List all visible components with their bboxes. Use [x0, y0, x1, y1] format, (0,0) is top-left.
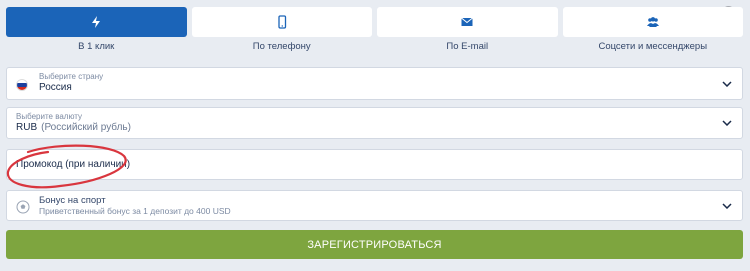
country-hint: Выберите страну — [39, 72, 104, 81]
tab-label-phone: По телефону — [252, 41, 311, 52]
tab-social[interactable] — [562, 7, 743, 37]
chevron-down-icon — [722, 202, 732, 209]
bonus-select[interactable]: Бонус на спорт Приветственный бонус за 1… — [6, 190, 743, 221]
currency-code: RUB — [16, 122, 38, 133]
tab-label-one-click: В 1 клик — [78, 41, 115, 52]
russia-flag-icon — [16, 79, 28, 91]
tab-labels: В 1 клик По телефону По E-mail Соцсети и… — [6, 40, 743, 54]
country-value: Россия — [39, 82, 72, 93]
bonus-subtitle: Приветственный бонус за 1 депозит до 400… — [39, 206, 231, 216]
users-icon — [646, 17, 659, 27]
tab-email[interactable] — [377, 7, 558, 37]
tab-label-social: Соцсети и мессенджеры — [598, 41, 708, 52]
currency-value: RUB (Российский рубль) — [16, 122, 131, 133]
envelope-icon — [461, 17, 474, 26]
phone-icon — [278, 15, 286, 29]
currency-select[interactable]: Выберите валюту RUB (Российский рубль) — [6, 107, 743, 139]
promo-code-placeholder: Промокод (при наличии) — [16, 159, 131, 170]
bonus-title: Бонус на спорт — [39, 195, 106, 206]
tab-one-click[interactable] — [6, 7, 187, 37]
lightning-icon — [92, 16, 101, 28]
tab-label-email: По E-mail — [446, 41, 489, 52]
currency-hint: Выберите валюту — [16, 112, 83, 121]
country-select[interactable]: Выберите страну Россия — [6, 67, 743, 100]
currency-name: (Российский рубль) — [41, 122, 131, 133]
registration-method-tabs — [6, 7, 743, 37]
register-button[interactable]: ЗАРЕГИСТРИРОВАТЬСЯ — [6, 230, 743, 259]
tab-phone[interactable] — [191, 7, 372, 37]
chevron-down-icon — [722, 120, 732, 126]
promo-code-input[interactable]: Промокод (при наличии) — [6, 149, 743, 180]
chevron-down-icon — [722, 80, 732, 87]
soccer-ball-icon — [16, 200, 30, 214]
